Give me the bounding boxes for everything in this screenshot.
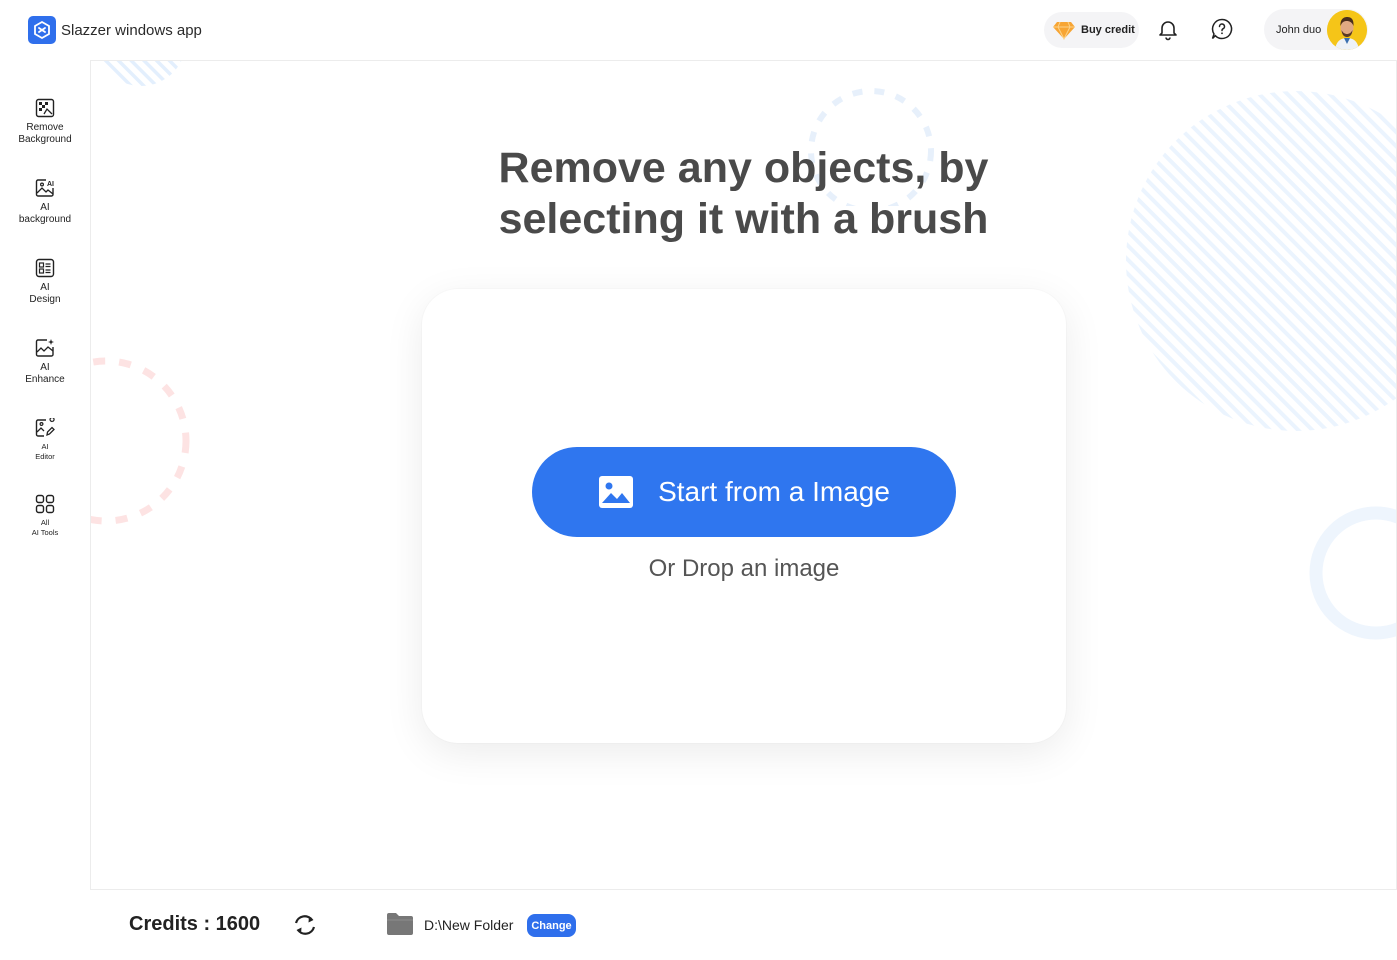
sidebar-item-ai-editor[interactable]: AI Editor	[0, 417, 90, 462]
sidebar-item-label: AI	[40, 362, 50, 373]
sidebar-item-remove-background[interactable]: Remove Background	[0, 97, 90, 146]
sidebar-item-label: AI Tools	[31, 528, 59, 537]
image-icon	[599, 476, 634, 508]
user-menu[interactable]: John duo	[1264, 9, 1368, 50]
decorative-red-dashed-arc	[91, 357, 190, 525]
help-button[interactable]	[1209, 16, 1235, 42]
credits-count: Credits : 1600	[129, 913, 261, 935]
sidebar-item-label: Background	[18, 134, 72, 145]
slazzer-logo-icon[interactable]	[28, 16, 56, 44]
ai-editor-icon	[34, 417, 56, 439]
bell-icon	[1159, 21, 1177, 41]
help-icon	[1211, 18, 1233, 40]
sidebar-item-ai-design[interactable]: AI Design	[0, 257, 90, 306]
sidebar-item-all-ai-tools[interactable]: All AI Tools	[0, 493, 90, 538]
page-title-line: Remove any objects, by	[498, 144, 989, 192]
grid-icon	[34, 493, 56, 515]
sidebar-item-ai-enhance[interactable]: AI Enhance	[0, 337, 90, 386]
sidebar: Remove Background AI AI background AI De…	[0, 60, 90, 890]
app-title: Slazzer windows app	[61, 22, 202, 39]
refresh-icon	[294, 915, 316, 935]
svg-text:AI: AI	[47, 181, 54, 188]
buy-credit-button[interactable]: Buy credit	[1044, 12, 1139, 48]
decorative-blue-ring	[1309, 506, 1396, 640]
remove-background-icon	[34, 97, 56, 119]
ai-design-icon	[34, 257, 56, 279]
user-name: John duo	[1276, 24, 1322, 36]
sidebar-item-label: AI	[40, 202, 50, 213]
sidebar-item-label: AI	[41, 442, 49, 451]
refresh-credits-button[interactable]	[292, 912, 318, 938]
sidebar-item-ai-background[interactable]: AI AI background	[0, 177, 90, 226]
drop-image-text: Or Drop an image	[648, 555, 840, 582]
sidebar-item-label: Enhance	[25, 374, 65, 385]
start-from-image-label: Start from a Image	[658, 476, 890, 507]
upload-card[interactable]: Start from a Image Or Drop an image	[422, 289, 1066, 743]
page-title-line: selecting it with a brush	[498, 195, 989, 243]
sidebar-item-label: All	[40, 518, 50, 527]
sidebar-item-label: Design	[29, 294, 61, 305]
output-folder-path: D:\New Folder	[424, 917, 514, 933]
sidebar-item-label: AI	[40, 282, 50, 293]
main-panel: Remove any objects, by selecting it with…	[90, 60, 1397, 890]
sidebar-item-label: Editor	[35, 452, 55, 461]
start-from-image-button[interactable]: Start from a Image	[532, 447, 956, 537]
change-folder-button[interactable]: Change	[527, 914, 576, 937]
sidebar-item-label: Remove	[26, 122, 64, 133]
buy-credit-label: Buy credit	[1081, 24, 1135, 36]
ai-enhance-icon	[34, 337, 56, 359]
decorative-hatch-circle	[1126, 91, 1396, 431]
top-bar: Slazzer windows app Buy credit John duo	[0, 0, 1397, 60]
avatar	[1327, 10, 1367, 50]
sidebar-item-label: background	[18, 214, 72, 225]
ai-background-icon: AI	[34, 177, 56, 199]
page-title: Remove any objects, by selecting it with…	[461, 143, 1026, 245]
diamond-icon	[1053, 21, 1075, 40]
notification-bell-button[interactable]	[1155, 16, 1181, 42]
decorative-hatch-corner	[96, 61, 186, 86]
folder-icon	[386, 912, 414, 936]
